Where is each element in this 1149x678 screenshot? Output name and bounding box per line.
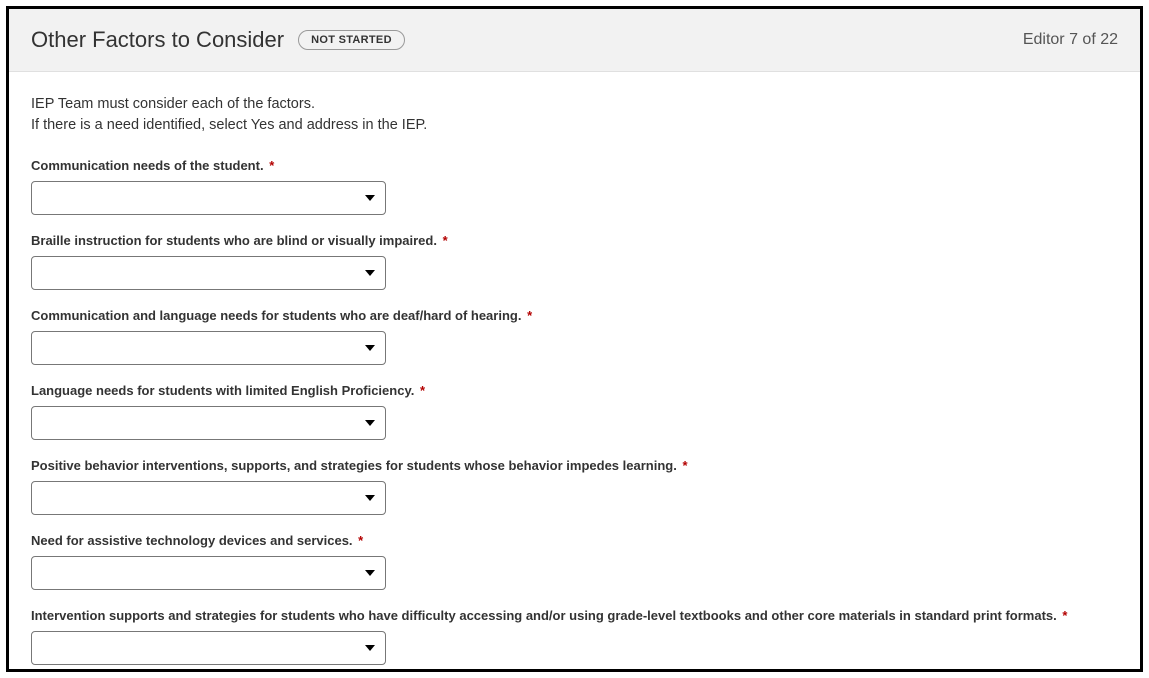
chevron-down-icon [365,570,375,576]
form-group: Communication and language needs for stu… [31,308,1118,365]
status-badge: NOT STARTED [298,30,405,50]
communication-needs-select[interactable] [31,181,386,215]
form-content: IEP Team must consider each of the facto… [9,72,1140,672]
editor-count: Editor 7 of 22 [1023,31,1118,49]
intervention-supports-select[interactable] [31,631,386,665]
intro-text: IEP Team must consider each of the facto… [31,94,1118,136]
header-left: Other Factors to Consider NOT STARTED [31,27,405,53]
form-group: Intervention supports and strategies for… [31,608,1118,665]
label-text: Need for assistive technology devices an… [31,533,353,548]
form-group: Positive behavior interventions, support… [31,458,1118,515]
intro-line-2: If there is a need identified, select Ye… [31,115,1118,136]
intro-line-1: IEP Team must consider each of the facto… [31,94,1118,115]
required-asterisk: * [527,308,532,323]
chevron-down-icon [365,645,375,651]
page-title: Other Factors to Consider [31,27,284,53]
label-text: Language needs for students with limited… [31,383,414,398]
field-label: Need for assistive technology devices an… [31,533,1118,548]
positive-behavior-select[interactable] [31,481,386,515]
chevron-down-icon [365,195,375,201]
form-group: Braille instruction for students who are… [31,233,1118,290]
field-label: Positive behavior interventions, support… [31,458,1118,473]
required-asterisk: * [1062,608,1067,623]
chevron-down-icon [365,345,375,351]
limited-english-select[interactable] [31,406,386,440]
required-asterisk: * [682,458,687,473]
required-asterisk: * [269,158,274,173]
field-label: Language needs for students with limited… [31,383,1118,398]
label-text: Communication and language needs for stu… [31,308,521,323]
form-group: Language needs for students with limited… [31,383,1118,440]
required-asterisk: * [420,383,425,398]
page-header: Other Factors to Consider NOT STARTED Ed… [9,9,1140,72]
label-text: Intervention supports and strategies for… [31,608,1057,623]
form-group: Need for assistive technology devices an… [31,533,1118,590]
chevron-down-icon [365,270,375,276]
required-asterisk: * [443,233,448,248]
chevron-down-icon [365,420,375,426]
field-label: Braille instruction for students who are… [31,233,1118,248]
label-text: Communication needs of the student. [31,158,264,173]
field-label: Intervention supports and strategies for… [31,608,1118,623]
app-frame: Other Factors to Consider NOT STARTED Ed… [6,6,1143,672]
field-label: Communication needs of the student. * [31,158,1118,173]
assistive-technology-select[interactable] [31,556,386,590]
required-asterisk: * [358,533,363,548]
deaf-hard-hearing-select[interactable] [31,331,386,365]
form-group: Communication needs of the student. * [31,158,1118,215]
label-text: Braille instruction for students who are… [31,233,437,248]
braille-instruction-select[interactable] [31,256,386,290]
field-label: Communication and language needs for stu… [31,308,1118,323]
label-text: Positive behavior interventions, support… [31,458,677,473]
chevron-down-icon [365,495,375,501]
